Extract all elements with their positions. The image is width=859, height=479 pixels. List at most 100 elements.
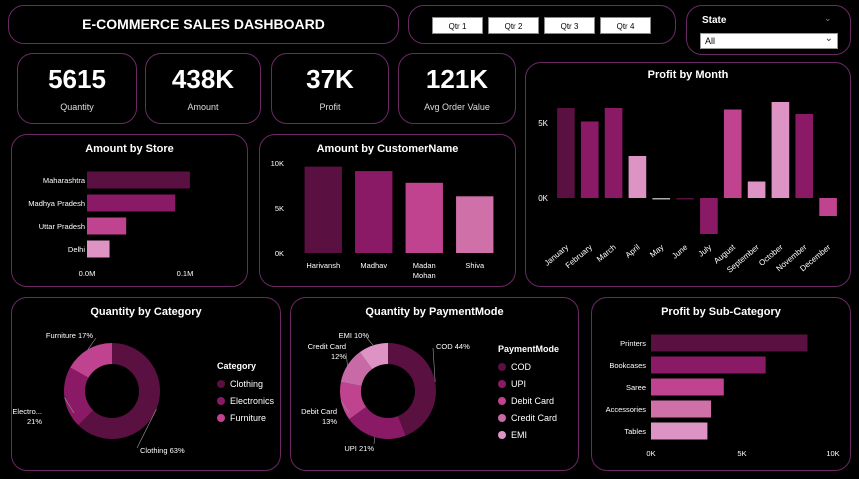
kpi-card-amount: 438K Amount xyxy=(145,53,261,124)
bar xyxy=(87,240,110,258)
y-tick-label: Tables xyxy=(624,427,646,436)
tab-qtr-1[interactable]: Qtr 1 xyxy=(432,17,483,34)
leader-line xyxy=(373,437,375,445)
legend-marker xyxy=(498,362,506,371)
legend-item[interactable]: Clothing xyxy=(217,375,274,392)
x-tick-label: March xyxy=(595,243,618,264)
x-tick-label: 0.1M xyxy=(177,269,194,278)
bar xyxy=(651,334,808,352)
legend-label: Furniture xyxy=(230,412,267,423)
legend-item[interactable]: Debit Card xyxy=(498,392,559,409)
bar xyxy=(651,400,712,418)
x-tick-label: Harivansh xyxy=(306,261,340,270)
bar xyxy=(723,109,742,198)
kpi-label: Profit xyxy=(319,102,341,112)
legend-marker xyxy=(498,396,506,405)
data-label: 21% xyxy=(27,417,42,426)
kpi-card-avg-order-value: 121K Avg Order Value xyxy=(398,53,516,124)
x-tick-label: 10K xyxy=(826,449,839,458)
tab-qtr-2[interactable]: Qtr 2 xyxy=(488,17,539,34)
x-tick-label: May xyxy=(648,243,665,260)
quantity-by-category-card: Quantity by Category Clothing 63% Electro… xyxy=(11,297,281,471)
x-tick-label: 5K xyxy=(737,449,746,458)
kpi-card-quantity: 5615 Quantity xyxy=(17,53,137,124)
bar xyxy=(304,166,342,253)
legend-item[interactable]: EMI xyxy=(498,426,559,443)
paymentmode-legend: PaymentMode COD UPI Debit Card Credit Card E… xyxy=(498,344,559,443)
amount-by-store-card: Amount by Store Maharashtra Madhya Prades… xyxy=(11,134,248,287)
legend-item[interactable]: Credit Card xyxy=(498,409,559,426)
x-tick-label: February xyxy=(564,243,594,270)
legend-item[interactable]: UPI xyxy=(498,375,559,392)
legend-marker xyxy=(217,413,225,422)
kpi-label: Amount xyxy=(187,102,219,112)
bar xyxy=(747,181,766,198)
quantity-by-paymentmode-card: Quantity by PaymentMode COD 44% UPI 21% De… xyxy=(290,297,579,471)
state-filter-label: State xyxy=(702,15,727,26)
y-tick-label: 0K xyxy=(275,249,284,258)
legend-item[interactable]: Electronics xyxy=(217,392,274,409)
bar xyxy=(651,378,724,396)
bar xyxy=(651,422,708,440)
dashboard-title: E-COMMERCE SALES DASHBOARD xyxy=(82,16,325,32)
state-dropdown-value: All xyxy=(705,36,716,46)
legend-title: Category xyxy=(217,361,257,371)
y-tick-label: 10K xyxy=(271,159,284,168)
tab-qtr-4[interactable]: Qtr 4 xyxy=(600,17,651,34)
legend-label: COD xyxy=(511,361,531,372)
x-tick-label: 0.0M xyxy=(79,269,96,278)
legend-label: Credit Card xyxy=(511,412,558,423)
chevron-down-icon[interactable]: ⌄ xyxy=(824,13,832,24)
legend-item[interactable]: Furniture xyxy=(217,409,274,426)
bar xyxy=(819,198,837,216)
legend-marker xyxy=(498,413,506,422)
bar xyxy=(795,114,814,198)
profit-by-month-chart: 5K0KJanuaryFebruary March April May June July… xyxy=(538,102,837,275)
bar xyxy=(557,108,575,198)
legend-label: Clothing xyxy=(230,378,264,389)
bar xyxy=(652,198,671,200)
data-label: 12% xyxy=(331,352,346,361)
y-tick-label: Saree xyxy=(626,383,646,392)
amount-by-store-chart: Maharashtra Madhya Pradesh Uttar Pradesh De… xyxy=(28,171,194,278)
bar xyxy=(456,196,494,253)
bar xyxy=(87,194,176,212)
legend-label: UPI xyxy=(511,378,527,389)
x-tick-label: Shiva xyxy=(465,261,485,270)
y-tick-label: Delhi xyxy=(68,245,85,254)
state-filter: State ⌄ All ⌄ xyxy=(686,5,851,55)
x-tick-label: Madan xyxy=(413,261,436,270)
state-dropdown[interactable]: All ⌄ xyxy=(700,33,838,49)
y-tick-label: Uttar Pradesh xyxy=(39,222,85,231)
bar xyxy=(87,217,127,235)
y-tick-label: 5K xyxy=(538,119,548,128)
amount-by-customer-card: Amount by CustomerName 10K 5K 0K Harivansh M… xyxy=(259,134,516,287)
bar xyxy=(771,102,790,198)
x-tick-label: April xyxy=(624,243,642,260)
category-legend: Category Clothing Electronics Furniture xyxy=(217,361,274,426)
data-label: UPI 21% xyxy=(344,444,374,453)
kpi-value: 438K xyxy=(171,64,235,94)
legend-label: EMI xyxy=(511,429,528,440)
kpi-label: Avg Order Value xyxy=(424,102,490,112)
kpi-value: 37K xyxy=(306,64,354,94)
chevron-down-icon: ⌄ xyxy=(824,33,833,44)
y-tick-label: Accessories xyxy=(606,405,647,414)
bar xyxy=(628,156,647,198)
tab-qtr-3[interactable]: Qtr 3 xyxy=(544,17,595,34)
data-label: Credit Card xyxy=(308,342,346,351)
bar xyxy=(87,171,190,189)
data-label: EMI 10% xyxy=(339,331,370,340)
bar xyxy=(405,182,443,253)
y-tick-label: Maharashtra xyxy=(43,176,86,185)
profit-by-subcategory-chart: Printers Bookcases Saree Accessories Tables 0… xyxy=(606,334,840,458)
amount-by-customer-chart: 10K 5K 0K Harivansh Madhav MadanMohan Shiva xyxy=(271,159,494,280)
data-label: COD 44% xyxy=(436,342,470,351)
x-tick-label: June xyxy=(670,242,689,260)
y-tick-label: Bookcases xyxy=(609,361,646,370)
legend-item[interactable]: COD xyxy=(498,358,559,375)
bar xyxy=(700,198,718,234)
bar xyxy=(676,198,694,200)
title-banner: E-COMMERCE SALES DASHBOARD xyxy=(8,5,399,44)
profit-by-subcategory-card: Profit by Sub-Category Printers Bookcases… xyxy=(591,297,851,471)
